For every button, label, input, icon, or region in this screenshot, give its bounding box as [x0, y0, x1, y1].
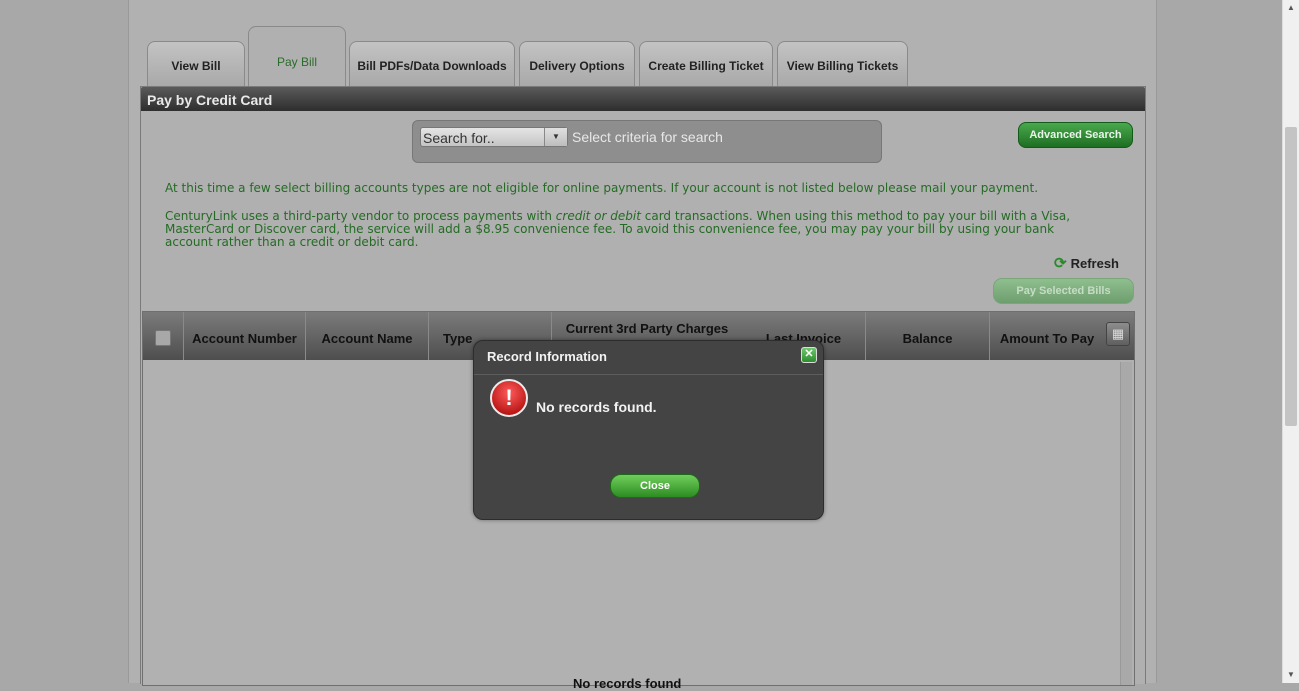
scroll-down-icon[interactable]: ▼	[1287, 670, 1295, 679]
scrollbar-thumb[interactable]	[1285, 127, 1297, 426]
fee-notice: CenturyLink uses a third-party vendor to…	[165, 210, 1070, 249]
pay-selected-bills-button[interactable]: Pay Selected Bills	[993, 278, 1134, 304]
tab-label: Delivery Options	[529, 59, 625, 73]
tab-view-billing-tickets[interactable]: View Billing Tickets	[777, 41, 908, 86]
refresh-icon: ⟳	[1054, 255, 1067, 272]
column-chooser-icon[interactable]: ▦	[1106, 322, 1130, 346]
column-balance[interactable]: Balance	[866, 312, 990, 360]
column-account-name[interactable]: Account Name	[306, 312, 429, 360]
tab-create-billing-ticket[interactable]: Create Billing Ticket	[639, 41, 773, 86]
close-button[interactable]: Close	[610, 474, 700, 498]
search-criteria-select[interactable]: Search for.. ▼	[420, 127, 568, 147]
search-input[interactable]: Select criteria for search	[572, 127, 872, 147]
record-information-dialog: Record Information ✕ ! No records found.…	[473, 340, 824, 520]
dialog-title: Record Information	[487, 349, 607, 364]
select-all-cell	[143, 312, 184, 360]
close-icon[interactable]: ✕	[801, 347, 817, 363]
dialog-message: No records found.	[536, 399, 657, 415]
tab-label: View Billing Tickets	[786, 59, 899, 73]
grid-scrollbar[interactable]	[1120, 362, 1132, 685]
advanced-search-button[interactable]: Advanced Search	[1018, 122, 1133, 148]
column-amount-to-pay[interactable]: Amount To Pay	[990, 312, 1104, 360]
fee-notice-text: CenturyLink uses a third-party vendor to…	[165, 209, 556, 223]
grid-empty-message: No records found	[573, 676, 682, 691]
chevron-down-icon[interactable]: ▼	[544, 128, 567, 146]
refresh-label: Refresh	[1070, 255, 1119, 271]
window-scrollbar[interactable]: ▲ ▼	[1282, 0, 1299, 683]
tab-view-bill[interactable]: View Bill	[147, 41, 245, 86]
tab-label: Pay Bill	[276, 55, 317, 69]
search-bar: Search for.. ▼ Select criteria for searc…	[412, 120, 882, 163]
tab-pay-bill[interactable]: Pay Bill	[248, 26, 346, 86]
refresh-button[interactable]: ⟳ Refresh	[1054, 254, 1119, 272]
tab-label: View Bill	[171, 59, 221, 73]
tab-delivery-options[interactable]: Delivery Options	[519, 41, 635, 86]
search-select-value: Search for..	[423, 130, 495, 146]
dialog-divider	[474, 374, 823, 375]
tab-label: Create Billing Ticket	[648, 59, 764, 73]
column-account-number[interactable]: Account Number	[184, 312, 306, 360]
select-all-checkbox[interactable]	[155, 330, 171, 346]
fee-notice-emphasis: credit or debit	[555, 209, 641, 223]
eligibility-notice: At this time a few select billing accoun…	[165, 181, 1039, 195]
tab-bill-pdfs[interactable]: Bill PDFs/Data Downloads	[349, 41, 515, 86]
tab-label: Bill PDFs/Data Downloads	[357, 59, 507, 73]
scroll-up-icon[interactable]: ▲	[1287, 3, 1295, 12]
error-alert-icon: !	[490, 379, 528, 417]
panel-title: Pay by Credit Card	[141, 87, 1145, 111]
